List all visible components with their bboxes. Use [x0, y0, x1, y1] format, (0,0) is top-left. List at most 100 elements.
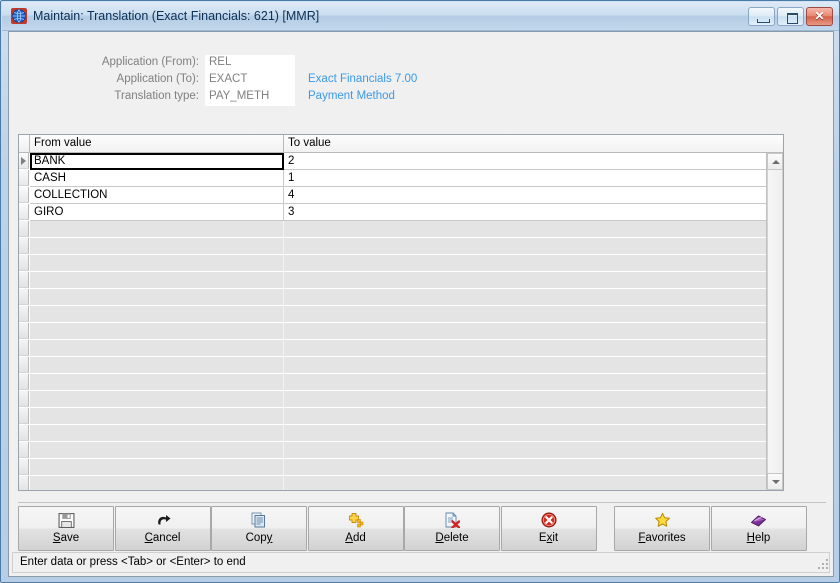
- cell-from-value[interactable]: [30, 323, 284, 340]
- cell-from-value[interactable]: [30, 340, 284, 357]
- cell-to-value[interactable]: [284, 306, 783, 323]
- cell-to-value[interactable]: [284, 374, 783, 391]
- scrollbar-track[interactable]: [767, 170, 783, 473]
- grid-vertical-scrollbar[interactable]: [766, 153, 783, 490]
- table-row[interactable]: [19, 391, 783, 408]
- cell-to-value[interactable]: 2: [284, 153, 783, 170]
- table-row[interactable]: [19, 459, 783, 476]
- cell-from-value[interactable]: [30, 459, 284, 476]
- row-gutter[interactable]: [19, 425, 29, 441]
- table-row[interactable]: [19, 476, 783, 490]
- table-row[interactable]: [19, 340, 783, 357]
- cell-to-value[interactable]: 4: [284, 187, 783, 204]
- table-row[interactable]: [19, 323, 783, 340]
- row-gutter[interactable]: [19, 442, 29, 458]
- cell-to-value[interactable]: [284, 272, 783, 289]
- row-gutter[interactable]: [19, 221, 29, 237]
- row-gutter[interactable]: [19, 204, 29, 220]
- cell-from-value[interactable]: [30, 289, 284, 306]
- row-gutter[interactable]: [19, 170, 29, 186]
- cell-from-value[interactable]: [30, 408, 284, 425]
- row-gutter[interactable]: [19, 357, 29, 373]
- table-row[interactable]: COLLECTION4: [19, 187, 783, 204]
- cancel-button[interactable]: Cancel: [115, 506, 211, 551]
- cell-to-value[interactable]: [284, 289, 783, 306]
- cell-from-value[interactable]: [30, 306, 284, 323]
- cell-from-value[interactable]: CASH: [30, 170, 284, 187]
- row-gutter[interactable]: [19, 323, 29, 339]
- table-row[interactable]: [19, 408, 783, 425]
- cell-from-value[interactable]: [30, 391, 284, 408]
- copy-button[interactable]: Copy: [211, 506, 307, 551]
- delete-button[interactable]: Delete: [404, 506, 500, 551]
- cell-to-value[interactable]: [284, 221, 783, 238]
- table-row[interactable]: [19, 238, 783, 255]
- cell-to-value[interactable]: [284, 340, 783, 357]
- favorites-button[interactable]: Favorites: [614, 506, 710, 551]
- table-row[interactable]: [19, 306, 783, 323]
- cell-to-value[interactable]: 3: [284, 204, 783, 221]
- row-gutter[interactable]: [19, 238, 29, 254]
- row-gutter[interactable]: [19, 153, 29, 169]
- maximize-button[interactable]: [777, 7, 804, 26]
- save-button[interactable]: Save: [18, 506, 114, 551]
- scroll-down-button[interactable]: [767, 473, 783, 490]
- cell-to-value[interactable]: [284, 408, 783, 425]
- row-gutter[interactable]: [19, 187, 29, 203]
- cell-from-value[interactable]: [30, 425, 284, 442]
- table-row[interactable]: [19, 221, 783, 238]
- title-bar[interactable]: Maintain: Translation (Exact Financials:…: [2, 2, 839, 31]
- translation-grid[interactable]: From value To value BANK2CASH1COLLECTION…: [18, 134, 784, 491]
- cell-to-value[interactable]: 1: [284, 170, 783, 187]
- table-row[interactable]: [19, 374, 783, 391]
- cell-to-value[interactable]: [284, 255, 783, 272]
- table-row[interactable]: [19, 357, 783, 374]
- cell-to-value[interactable]: [284, 238, 783, 255]
- table-row[interactable]: [19, 272, 783, 289]
- table-row[interactable]: [19, 289, 783, 306]
- cell-to-value[interactable]: [284, 476, 783, 490]
- cell-from-value[interactable]: COLLECTION: [30, 187, 284, 204]
- row-gutter[interactable]: [19, 340, 29, 356]
- exit-button[interactable]: Exit: [501, 506, 597, 551]
- grid-header-from-value[interactable]: From value: [30, 135, 284, 152]
- row-gutter[interactable]: [19, 255, 29, 271]
- cell-from-value[interactable]: [30, 221, 284, 238]
- row-gutter[interactable]: [19, 408, 29, 424]
- cell-from-value[interactable]: [30, 374, 284, 391]
- cell-from-value[interactable]: [30, 357, 284, 374]
- cell-to-value[interactable]: [284, 357, 783, 374]
- cell-from-value[interactable]: [30, 272, 284, 289]
- link-payment-method[interactable]: Payment Method: [308, 89, 395, 103]
- row-gutter[interactable]: [19, 374, 29, 390]
- row-gutter[interactable]: [19, 272, 29, 288]
- table-row[interactable]: GIRO3: [19, 204, 783, 221]
- cell-to-value[interactable]: [284, 391, 783, 408]
- cell-to-value[interactable]: [284, 425, 783, 442]
- cell-to-value[interactable]: [284, 323, 783, 340]
- row-gutter[interactable]: [19, 476, 29, 490]
- close-button[interactable]: ✕: [806, 7, 833, 26]
- minimize-button[interactable]: [748, 7, 775, 26]
- cell-from-value[interactable]: [30, 238, 284, 255]
- table-row[interactable]: [19, 255, 783, 272]
- table-row[interactable]: [19, 442, 783, 459]
- link-exact-financials[interactable]: Exact Financials 7.00: [308, 72, 417, 86]
- grid-header-to-value[interactable]: To value: [284, 135, 769, 152]
- cell-from-value[interactable]: [30, 442, 284, 459]
- row-gutter[interactable]: [19, 391, 29, 407]
- row-gutter[interactable]: [19, 289, 29, 305]
- table-row[interactable]: BANK2: [19, 153, 783, 170]
- cell-to-value[interactable]: [284, 459, 783, 476]
- cell-from-value[interactable]: [30, 255, 284, 272]
- cell-to-value[interactable]: [284, 442, 783, 459]
- cell-from-value[interactable]: [30, 476, 284, 490]
- row-gutter[interactable]: [19, 306, 29, 322]
- help-button[interactable]: Help: [711, 506, 807, 551]
- add-button[interactable]: Add: [308, 506, 404, 551]
- scroll-up-button[interactable]: [767, 153, 783, 170]
- cell-from-value[interactable]: GIRO: [30, 204, 284, 221]
- row-gutter[interactable]: [19, 459, 29, 475]
- resize-grip[interactable]: [816, 559, 829, 572]
- cell-from-value[interactable]: BANK: [30, 153, 284, 170]
